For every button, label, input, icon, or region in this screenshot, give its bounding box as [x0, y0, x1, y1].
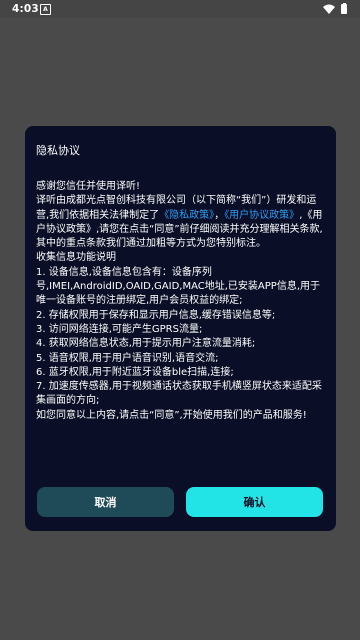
greeting-text: 感谢您信任并使用译听!: [36, 181, 141, 192]
privacy-policy-link[interactable]: 《隐私政策》: [159, 210, 214, 221]
list-item: 2. 存储权限用于保存和显示用户信息,缓存错误信息等;: [36, 309, 276, 321]
list-item: 6. 蓝牙权限,用于附近蓝牙设备ble扫描,连接;: [36, 366, 234, 378]
user-agreement-link[interactable]: 《用户协议政策》: [224, 210, 299, 221]
list-item: 7. 加速度传感器,用于视频通话状态获取手机横竖屏状态来适配采集画面的方向;: [36, 381, 322, 407]
status-time: 4:03: [12, 3, 39, 15]
list-item: 3. 访问网络连接,可能产生GPRS流量;: [36, 323, 203, 335]
list-item: 4. 获取网络信息状态,用于提示用户注意流量消耗;: [36, 338, 256, 350]
confirm-button[interactable]: 确认: [186, 487, 323, 517]
dialog-body: 感谢您信任并使用译听! 译听由成都光点智创科技有限公司（以下简称“我们”）研发和…: [36, 180, 328, 423]
intro-paragraph: 译听由成都光点智创科技有限公司（以下简称“我们”）研发和运营,我们依据相关法律制…: [36, 194, 328, 251]
status-bar: 4:03 A: [0, 0, 360, 18]
list-item: 5. 语音权限,用于用户语音识别,语音交流;: [36, 352, 219, 364]
list-item: 1. 设备信息,设备信息包含有：设备序列号,IMEI,AndroidID,OAI…: [36, 266, 321, 307]
wifi-icon: [323, 4, 335, 14]
closing-text: 如您同意以上内容,请点击“同意”,开始使用我们的产品和服务!: [36, 409, 307, 421]
dialog-title: 隐私协议: [36, 144, 80, 157]
battery-icon: [341, 2, 347, 14]
section-title: 收集信息功能说明: [36, 252, 116, 264]
a-notification-icon: A: [40, 4, 51, 15]
cancel-button[interactable]: 取消: [37, 487, 174, 517]
intro-separator: ，: [214, 209, 225, 221]
privacy-dialog: 隐私协议 感谢您信任并使用译听! 译听由成都光点智创科技有限公司（以下简称“我们…: [25, 126, 336, 531]
